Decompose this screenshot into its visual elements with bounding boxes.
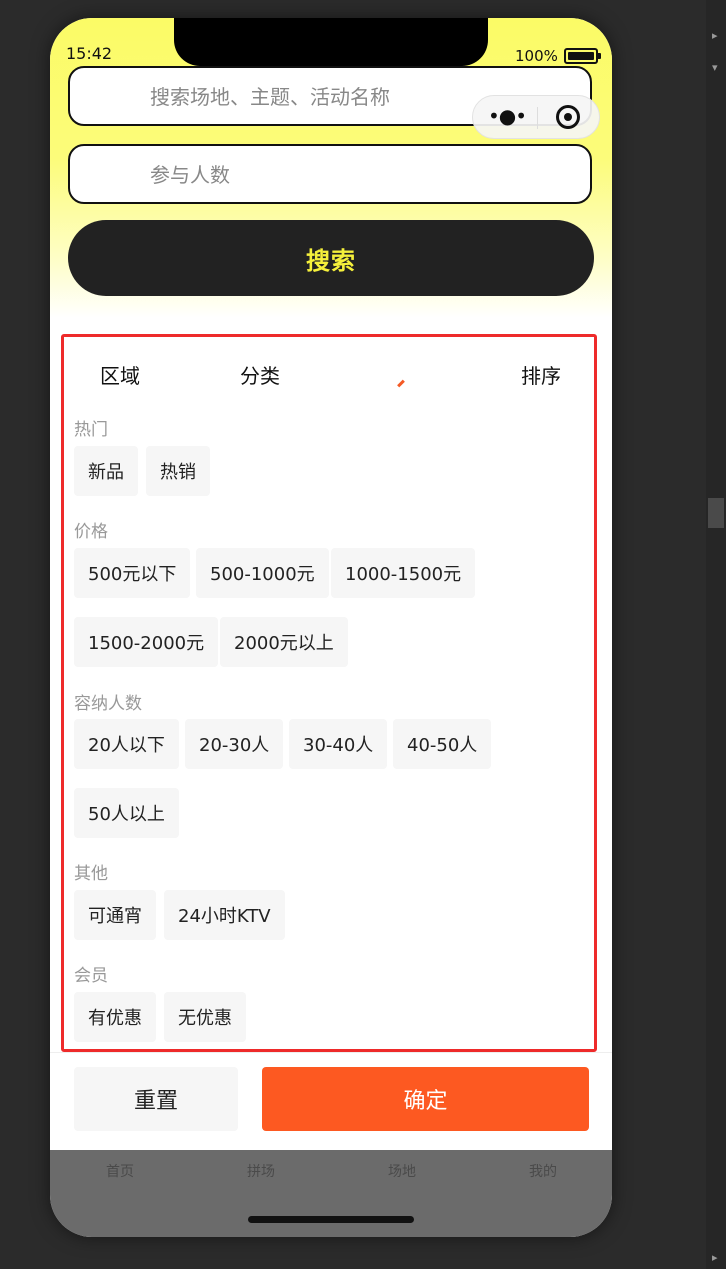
option-chip[interactable]: 500-1000元	[196, 548, 329, 598]
people-count-field[interactable]	[68, 144, 592, 204]
option-chip[interactable]: 1000-1500元	[331, 548, 476, 598]
option-chip[interactable]: 2000元以上	[220, 617, 348, 667]
filter-panel: 区域 分类 排序 热门 新品 热销 价格 500元以下 500-1000元 10…	[50, 328, 612, 1078]
section-title-price: 价格	[74, 522, 108, 542]
capsule-divider	[537, 107, 538, 129]
tab-sort[interactable]: 排序	[521, 360, 561, 389]
option-chip[interactable]: 24小时KTV	[164, 890, 285, 940]
section-title-other: 其他	[74, 864, 108, 884]
option-chip[interactable]: 新品	[74, 446, 138, 496]
bottom-tabbar: 首页 拼场 场地 我的	[50, 1150, 612, 1237]
filter-actions: 重置 确定	[50, 1052, 612, 1153]
scrollbar-thumb[interactable]	[708, 498, 724, 528]
option-chip[interactable]: 30-40人	[289, 719, 388, 769]
option-chip[interactable]: 20人以下	[74, 719, 179, 769]
section-title-hot: 热门	[74, 420, 108, 440]
scroll-down-arrow-icon[interactable]: ▾	[712, 62, 718, 73]
mini-program-capsule: •●•	[472, 95, 600, 139]
tab-region[interactable]: 区域	[100, 360, 140, 389]
tabbar-item-venue[interactable]: 场地	[362, 1161, 442, 1181]
tabbar-item-home[interactable]: 首页	[80, 1161, 160, 1181]
option-chip[interactable]: 有优惠	[74, 992, 156, 1042]
tabbar-item-group[interactable]: 拼场	[221, 1161, 301, 1181]
section-title-capacity: 容纳人数	[74, 694, 142, 714]
target-icon[interactable]	[556, 105, 580, 129]
option-chip[interactable]: 500元以下	[74, 548, 191, 598]
option-chip[interactable]: 1500-2000元	[74, 617, 219, 667]
home-indicator	[248, 1216, 414, 1223]
option-chip[interactable]: 可通宵	[74, 890, 156, 940]
reset-button[interactable]: 重置	[74, 1067, 238, 1131]
phone-notch	[174, 18, 488, 66]
option-chip[interactable]: 40-50人	[393, 719, 492, 769]
search-button[interactable]: 搜索	[68, 220, 594, 296]
people-count-input[interactable]	[148, 156, 552, 194]
section-title-member: 会员	[74, 966, 108, 986]
scroll-right-arrow-icon[interactable]: ▸	[712, 1252, 718, 1263]
editor-scrollbar[interactable]: ▸ ▾ ▸	[706, 0, 726, 1269]
tabbar-item-mine[interactable]: 我的	[503, 1161, 583, 1181]
status-time: 15:42	[66, 44, 113, 63]
tab-category[interactable]: 分类	[240, 360, 280, 389]
ellipsis-icon[interactable]: •●•	[487, 104, 527, 128]
option-chip[interactable]: 20-30人	[185, 719, 284, 769]
confirm-button[interactable]: 确定	[262, 1067, 589, 1131]
scroll-right-arrow-icon[interactable]: ▸	[712, 30, 718, 41]
phone-frame: 15:42 100% •●• 搜索 区域 分类 排序 热门 新品 热销 价格 5…	[50, 18, 612, 1237]
battery-percent: 100%	[515, 47, 558, 65]
option-chip[interactable]: 热销	[146, 446, 210, 496]
battery-icon	[564, 48, 601, 64]
option-chip[interactable]: 无优惠	[164, 992, 246, 1042]
option-chip[interactable]: 50人以上	[74, 788, 179, 838]
